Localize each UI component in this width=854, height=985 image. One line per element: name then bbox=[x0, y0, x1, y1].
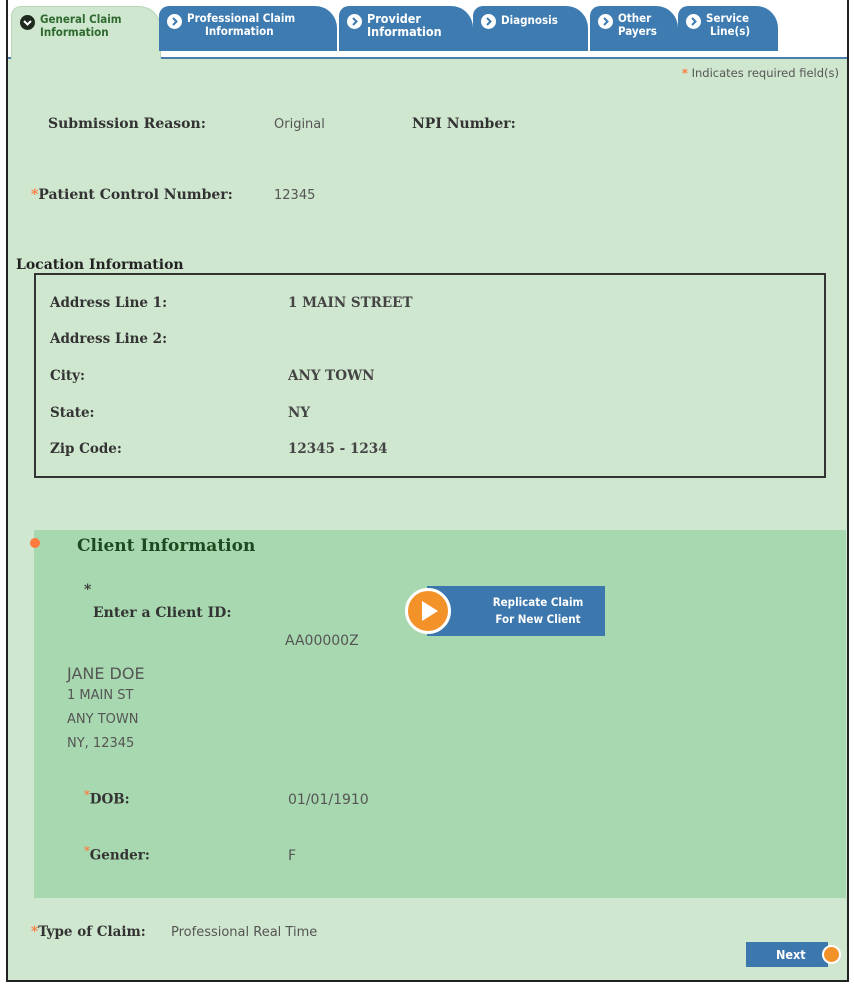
replicate-claim-line1: Replicate Claim bbox=[492, 595, 584, 609]
city-label: City: bbox=[50, 368, 85, 384]
chevron-right-icon bbox=[167, 14, 182, 29]
required-fields-note: * Indicates required field(s) bbox=[682, 66, 839, 80]
type-of-claim-text: Type of Claim: bbox=[38, 924, 146, 940]
required-marker: * bbox=[84, 582, 92, 598]
dob-value: 01/01/1910 bbox=[288, 792, 369, 808]
replicate-claim-button[interactable]: Replicate Claim For New Client bbox=[405, 586, 605, 636]
type-of-claim-value: Professional Real Time bbox=[171, 925, 318, 940]
client-id-label: Enter a Client ID: bbox=[93, 605, 232, 621]
address-line-1-label: Address Line 1: bbox=[50, 295, 168, 311]
tab-diagnosis[interactable]: Diagnosis bbox=[473, 6, 588, 51]
required-note-text: Indicates required field(s) bbox=[691, 66, 839, 80]
tab-general-claim-information[interactable]: General Claim Information bbox=[11, 6, 161, 59]
tab-label-line1: Diagnosis bbox=[501, 13, 558, 27]
chevron-down-icon bbox=[20, 15, 35, 30]
replicate-claim-line2: For New Client bbox=[495, 612, 581, 626]
dob-label-text: DOB: bbox=[89, 791, 130, 808]
tab-label-line2: Information bbox=[40, 25, 109, 39]
submission-reason-label: Submission Reason: bbox=[48, 116, 206, 132]
zip-code-value: 12345 - 1234 bbox=[288, 441, 388, 457]
next-button-label: Next bbox=[746, 942, 828, 967]
tab-label-line2: Information bbox=[205, 24, 274, 38]
address-line-2-label: Address Line 2: bbox=[50, 331, 168, 347]
patient-control-number-text: Patient Control Number: bbox=[38, 187, 233, 203]
submission-reason-value: Original bbox=[274, 117, 325, 132]
location-information-title: Location Information bbox=[16, 257, 184, 273]
tab-service-lines[interactable]: Service Line(s) bbox=[678, 6, 778, 51]
gender-label-text: Gender: bbox=[89, 847, 150, 864]
gender-label: *Gender: bbox=[84, 844, 150, 864]
client-name: JANE DOE bbox=[67, 664, 145, 683]
client-address-line3: NY, 12345 bbox=[67, 736, 135, 751]
required-marker: * bbox=[31, 924, 39, 940]
state-label: State: bbox=[50, 405, 95, 421]
client-information-panel: Client Information * Enter a Client ID: … bbox=[30, 530, 846, 898]
next-button[interactable]: Next bbox=[746, 942, 841, 967]
patient-control-number-value: 12345 bbox=[274, 188, 316, 203]
client-information-title: Client Information bbox=[77, 536, 256, 556]
chevron-right-icon bbox=[686, 14, 701, 29]
tab-label-line2: Payers bbox=[618, 24, 657, 38]
state-value: NY bbox=[288, 405, 310, 421]
tab-provider-information[interactable]: Provider Information bbox=[339, 6, 473, 51]
chevron-right-icon bbox=[347, 14, 362, 29]
required-marker: * bbox=[681, 66, 688, 80]
tab-professional-claim-information[interactable]: Professional Claim Information bbox=[159, 6, 337, 51]
dob-label: *DOB: bbox=[84, 788, 130, 808]
zip-code-label: Zip Code: bbox=[50, 441, 122, 457]
city-value: ANY TOWN bbox=[288, 368, 375, 384]
chevron-right-icon bbox=[481, 14, 496, 29]
client-address-line2: ANY TOWN bbox=[67, 712, 139, 727]
tab-label-line2: Information bbox=[367, 24, 442, 39]
tab-bar: General Claim Information Professional C… bbox=[8, 0, 847, 59]
patient-control-number-label: *Patient Control Number: bbox=[31, 187, 233, 203]
npi-number-label: NPI Number: bbox=[412, 116, 516, 132]
type-of-claim-label: *Type of Claim: bbox=[31, 924, 146, 940]
address-line-1-value: 1 MAIN STREET bbox=[288, 295, 413, 311]
chevron-right-icon bbox=[598, 14, 613, 29]
play-arrow-icon bbox=[405, 588, 451, 634]
client-id-input[interactable]: AA00000Z bbox=[285, 633, 359, 649]
tab-label-line2: Line(s) bbox=[710, 24, 751, 38]
client-address-line1: 1 MAIN ST bbox=[67, 688, 134, 703]
next-arrow-icon bbox=[822, 945, 841, 964]
gender-value: F bbox=[288, 848, 297, 864]
bullet-icon bbox=[30, 538, 40, 548]
tab-other-payers[interactable]: Other Payers bbox=[590, 6, 678, 51]
claim-form: General Claim Information Professional C… bbox=[6, 0, 849, 982]
replicate-claim-button-label: Replicate Claim For New Client bbox=[427, 586, 605, 636]
location-information-box: Address Line 1: 1 MAIN STREET Address Li… bbox=[34, 273, 826, 478]
